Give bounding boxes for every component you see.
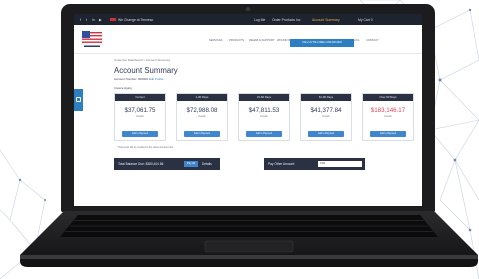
aging-details-link[interactable]: Details [239, 115, 289, 118]
add-to-payment-button[interactable]: Add to Payment [370, 131, 406, 137]
pay-other-bar: Pay Other Amount: 0.00 [264, 158, 365, 170]
logo[interactable] [81, 28, 103, 50]
add-to-payment-button[interactable]: Add to Payment [184, 131, 220, 137]
top-link-order[interactable]: Order Products Inc [272, 18, 300, 22]
account-number: Account Number: 000000 Edit Profile [114, 77, 163, 81]
aging-header: Current [115, 94, 165, 101]
aging-column-1-30: 1-30 Days $72,988.08 Details Add to Paym… [176, 93, 228, 141]
call-bar[interactable]: CALL US TOLL FREE 1-800-000-0000 [290, 39, 354, 47]
aging-details-link[interactable]: Details [363, 115, 413, 118]
aging-column-over-90: Over 90 Days $183,146.17 Details Add to … [362, 93, 414, 141]
linkedin-icon[interactable]: in [92, 18, 95, 22]
payment-note: * Payments will be credited to the oldes… [117, 146, 174, 149]
aging-amount: $47,811.53 [248, 107, 280, 114]
facebook-icon[interactable]: f [80, 18, 81, 22]
twitter-icon[interactable]: t [86, 18, 87, 22]
webcam [246, 7, 250, 11]
youtube-icon[interactable]: ▶ [99, 18, 102, 22]
total-details-link[interactable]: Details [202, 162, 212, 166]
breadcrumb[interactable]: Customer Dashboard > Account Summary [114, 58, 170, 62]
nav-contact[interactable]: CONTACT [366, 39, 379, 42]
flag-icon [110, 17, 116, 22]
top-bar: f t in ▶ We Change at Tenneso Log Me Ord… [74, 14, 422, 25]
top-link-login[interactable]: Log Me [254, 18, 265, 22]
aging-grid: Current $37,061.75 Details Add to Paymen… [114, 93, 417, 141]
add-to-payment-button[interactable]: Add to Payment [246, 131, 282, 137]
aging-header: Over 90 Days [363, 94, 413, 101]
page-title: Account Summary [114, 66, 178, 75]
feedback-icon [76, 97, 81, 102]
add-to-payment-button[interactable]: Add to Payment [122, 131, 158, 137]
aging-column-current: Current $37,061.75 Details Add to Paymen… [114, 93, 166, 141]
laptop-screen: f t in ▶ We Change at Tenneso Log Me Ord… [74, 14, 422, 206]
nav-services[interactable]: SERVICES [209, 39, 223, 42]
aging-amount: $41,377.84 [310, 107, 342, 114]
edit-profile-link[interactable]: Edit Profile [149, 77, 164, 81]
aging-details-link[interactable]: Details [301, 115, 351, 118]
feedback-tab[interactable] [74, 89, 83, 111]
laptop-base [20, 211, 478, 267]
total-balance-bar: Total Balance Due: $380,404.86 Pay All D… [114, 158, 220, 170]
aging-header: 31-60 Days [239, 94, 289, 101]
promo-text: We Change at Tenneso [110, 18, 153, 22]
promo-label: We Change at Tenneso [118, 17, 154, 22]
pay-other-input[interactable]: 0.00 [318, 161, 362, 167]
aging-amount: $72,988.08 [186, 107, 218, 114]
pay-all-button[interactable]: Pay All [184, 161, 198, 167]
aging-amount-overdue: $183,146.17 [370, 107, 406, 114]
aging-section-label: Invoice Aging [114, 86, 132, 90]
aging-header: 1-30 Days [177, 94, 227, 101]
total-balance-label: Total Balance Due: $380,404.86 [118, 162, 164, 167]
pay-other-label: Pay Other Amount: [268, 162, 295, 167]
aging-column-61-90: 61-90 Days $41,377.84 Details Add to Pay… [300, 93, 352, 141]
aging-header: 61-90 Days [301, 94, 351, 101]
top-link-account[interactable]: Account Summary [312, 18, 340, 22]
nav-products[interactable]: PRODUCTS [229, 39, 244, 42]
aging-details-link[interactable]: Details [177, 115, 227, 118]
nav-rehab[interactable]: REHAB & SUPPORT [249, 39, 275, 42]
account-label: Account Number: 000000 [114, 77, 149, 81]
add-to-payment-button[interactable]: Add to Payment [308, 131, 344, 137]
aging-details-link[interactable]: Details [115, 115, 165, 118]
aging-amount: $37,061.75 [124, 107, 156, 114]
site-header: SERVICES PRODUCTS REHAB & SUPPORT WOUND … [74, 25, 422, 54]
top-link-cart[interactable]: My Cart 0 [358, 18, 373, 22]
aging-column-31-60: 31-60 Days $47,811.53 Details Add to Pay… [238, 93, 290, 141]
